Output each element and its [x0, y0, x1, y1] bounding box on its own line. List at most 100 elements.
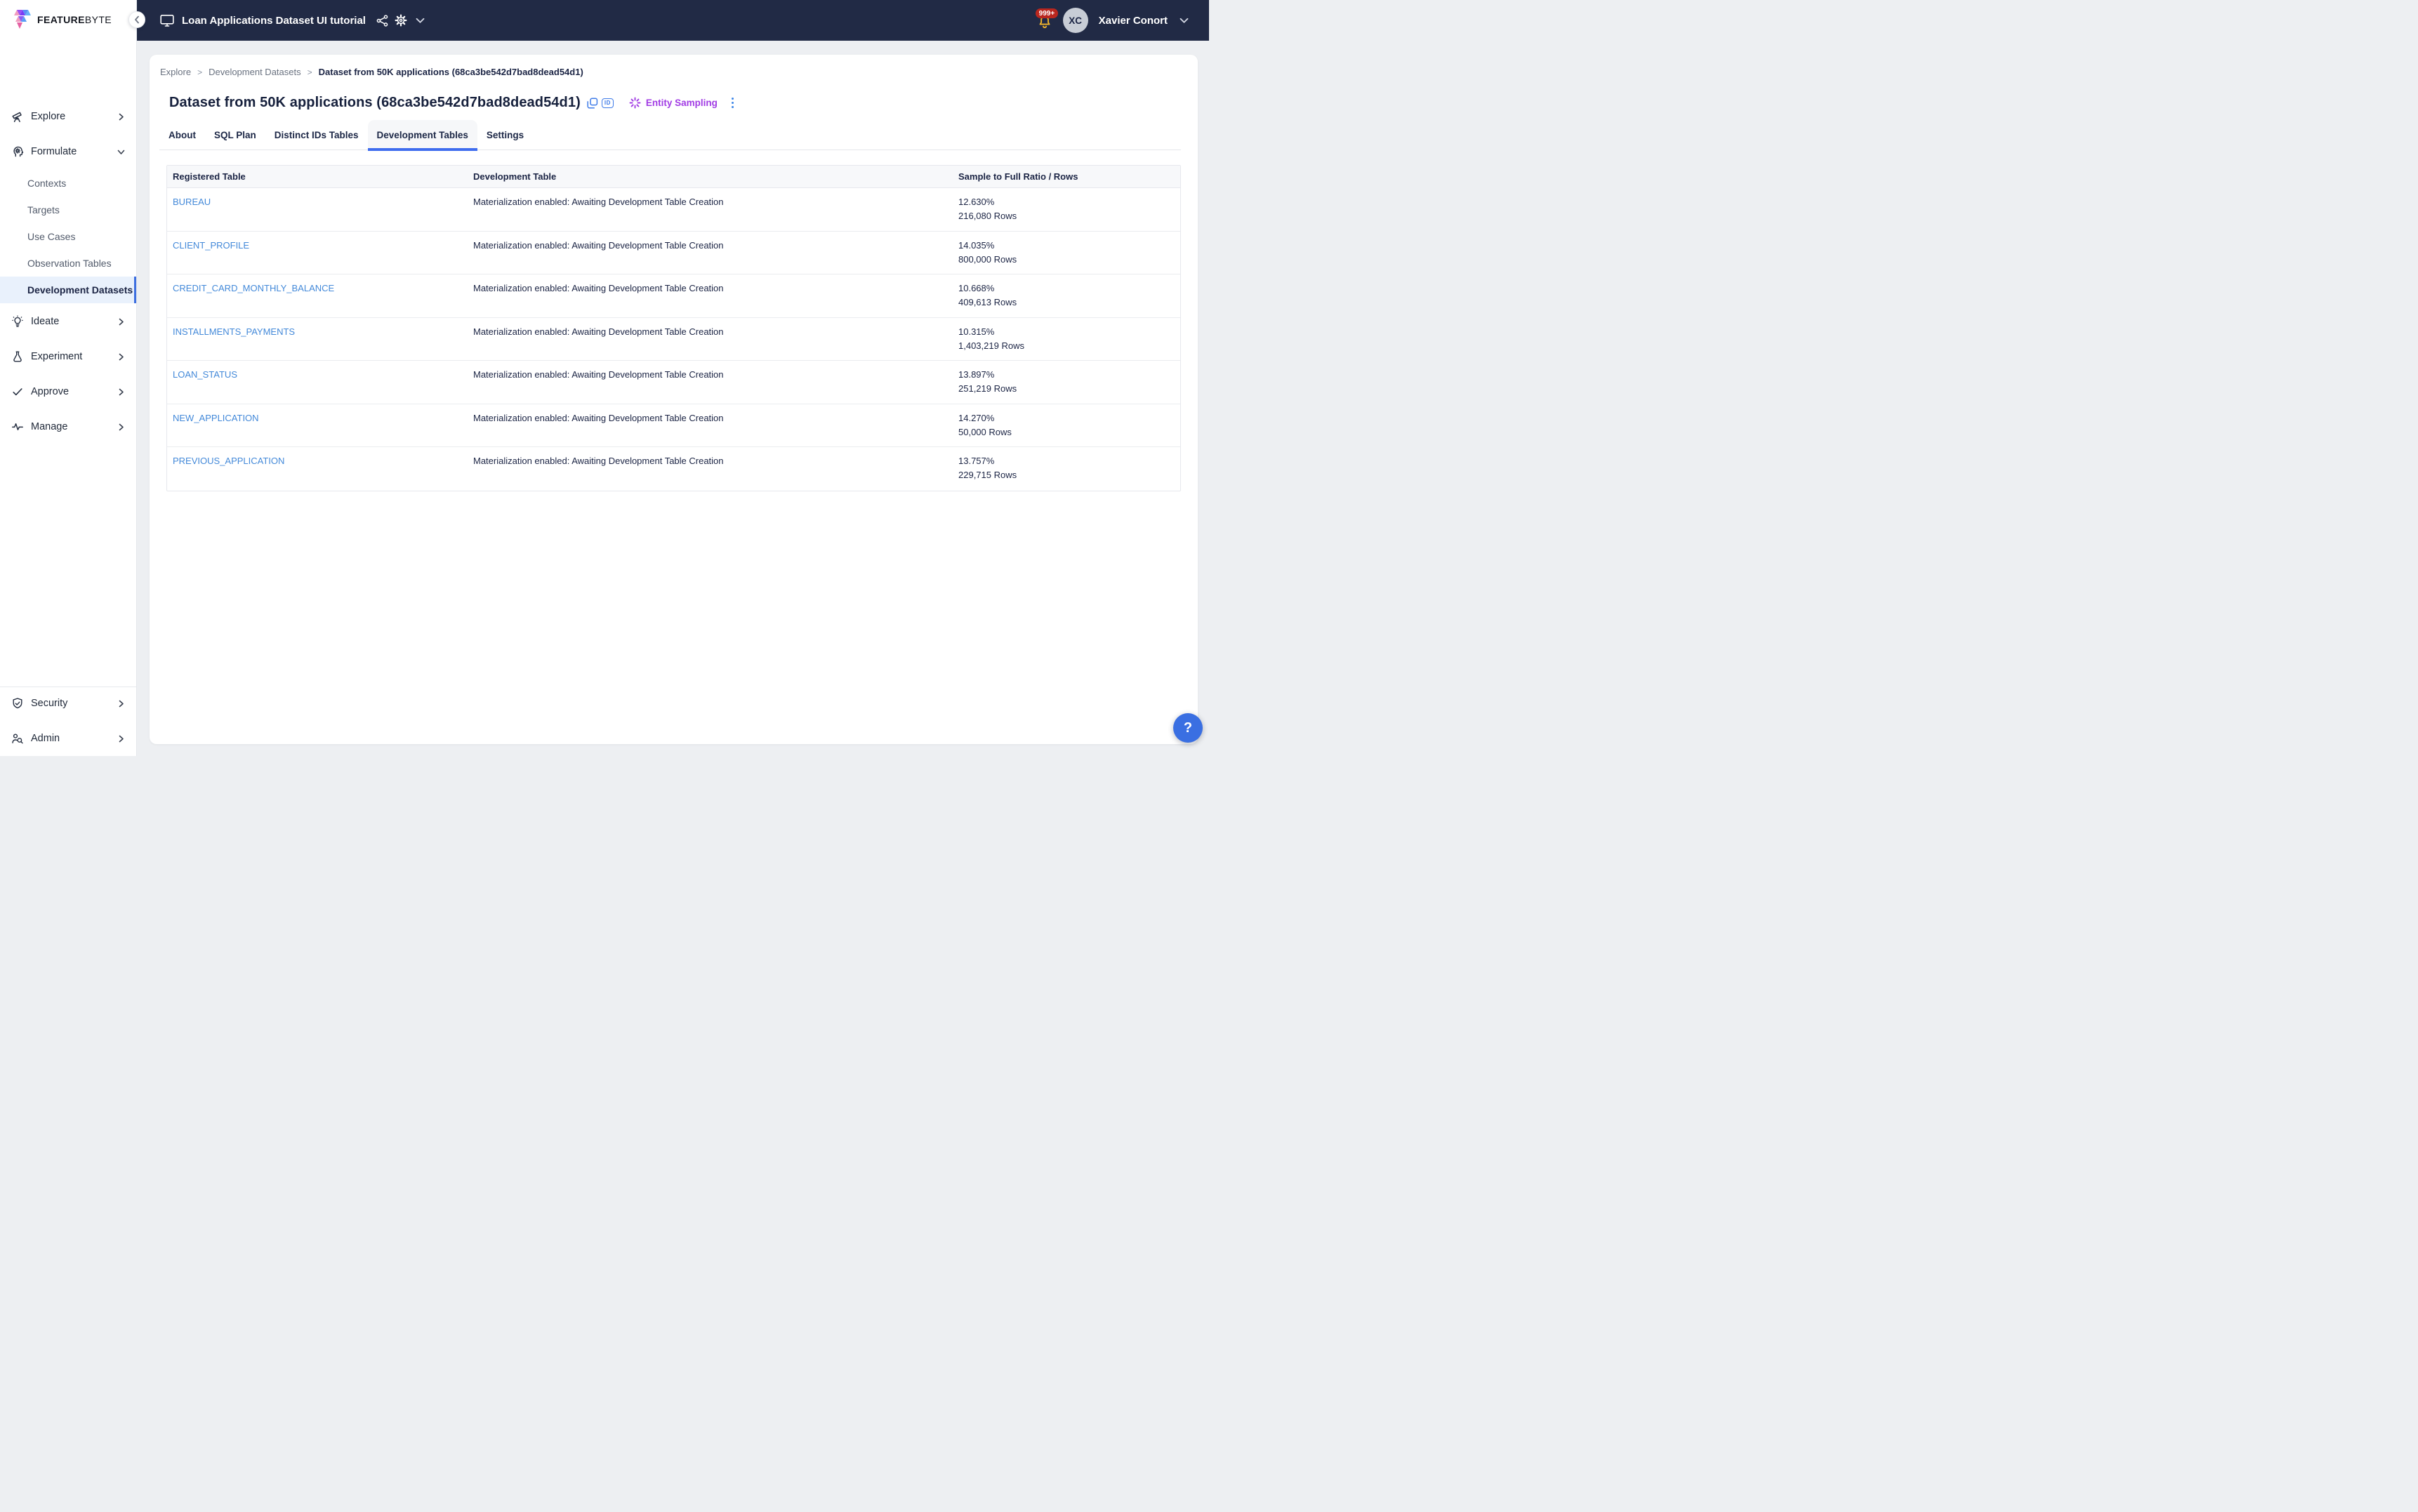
- help-button[interactable]: ?: [1173, 713, 1203, 743]
- tab-sql-plan[interactable]: SQL Plan: [205, 120, 265, 150]
- sidebar-bottom-section: Security Admin: [0, 687, 136, 752]
- tab-distinct-ids-tables[interactable]: Distinct IDs Tables: [265, 120, 368, 150]
- brand-light: BYTE: [85, 14, 112, 25]
- featurebyte-logo[interactable]: FEATUREBYTE: [14, 8, 112, 31]
- sidebar-item-label: Security: [31, 698, 67, 709]
- rows-value: 800,000 Rows: [958, 253, 1180, 265]
- sidebar-subitem-label: Development Datasets: [27, 284, 133, 296]
- sidebar-item-admin[interactable]: Admin: [0, 724, 136, 752]
- chevron-down-icon: [1180, 18, 1189, 24]
- column-header-development-table: Development Table: [468, 171, 953, 182]
- breadcrumb-current: Dataset from 50K applications (68ca3be54…: [319, 67, 583, 77]
- tab-settings[interactable]: Settings: [477, 120, 533, 150]
- pulse-icon: [11, 420, 24, 433]
- page-title-row: Dataset from 50K applications (68ca3be54…: [169, 95, 1181, 111]
- registered-table-link[interactable]: LOAN_STATUS: [173, 369, 237, 380]
- ratio-value: 13.757%: [958, 455, 1180, 467]
- brand-name: FEATUREBYTE: [37, 14, 112, 25]
- sidebar-subitem-label: Observation Tables: [27, 258, 112, 269]
- sidebar-item-ideate[interactable]: Ideate: [0, 307, 136, 336]
- sample-ratio-cell: 14.035% 800,000 Rows: [953, 239, 1180, 274]
- rows-value: 216,080 Rows: [958, 210, 1180, 222]
- development-tables-table: Registered Table Development Table Sampl…: [166, 165, 1181, 491]
- table-row: INSTALLMENTS_PAYMENTS Materialization en…: [167, 318, 1180, 362]
- ratio-value: 10.668%: [958, 282, 1180, 294]
- sample-ratio-cell: 13.897% 251,219 Rows: [953, 369, 1180, 404]
- sidebar-item-explore[interactable]: Explore: [0, 102, 136, 131]
- sample-ratio-cell: 13.757% 229,715 Rows: [953, 455, 1180, 491]
- development-table-status: Materialization enabled: Awaiting Develo…: [468, 455, 953, 491]
- sidebar-collapse-button[interactable]: [128, 11, 145, 28]
- chevron-right-icon: [117, 423, 125, 431]
- check-icon: [11, 385, 24, 398]
- sidebar-item-manage[interactable]: Manage: [0, 413, 136, 441]
- ratio-value: 14.035%: [958, 239, 1180, 251]
- ratio-value: 10.315%: [958, 326, 1180, 338]
- sidebar-subitem-label: Contexts: [27, 178, 66, 189]
- development-table-status: Materialization enabled: Awaiting Develo…: [468, 369, 953, 404]
- chevron-right-icon: [117, 318, 125, 326]
- development-table-status: Materialization enabled: Awaiting Develo…: [468, 412, 953, 447]
- project-title: Loan Applications Dataset UI tutorial: [182, 15, 366, 27]
- sample-ratio-cell: 12.630% 216,080 Rows: [953, 196, 1180, 231]
- sidebar-item-experiment[interactable]: Experiment: [0, 343, 136, 371]
- sidebar-item-security[interactable]: Security: [0, 689, 136, 717]
- registered-table-link[interactable]: CREDIT_CARD_MONTHLY_BALANCE: [173, 283, 334, 293]
- share-icon[interactable]: [376, 15, 388, 27]
- chevron-down-icon[interactable]: [416, 18, 425, 24]
- shield-check-icon: [11, 697, 24, 710]
- tab-label: About: [169, 130, 196, 140]
- entity-sampling-button[interactable]: Entity Sampling: [629, 97, 718, 109]
- breadcrumb-development-datasets[interactable]: Development Datasets: [209, 67, 301, 77]
- sidebar-item-targets[interactable]: Targets: [0, 197, 136, 223]
- more-options-button[interactable]: [729, 95, 737, 111]
- notifications-button[interactable]: 999+: [1038, 15, 1052, 30]
- registered-table-link[interactable]: CLIENT_PROFILE: [173, 240, 249, 251]
- development-table-status: Materialization enabled: Awaiting Develo…: [468, 196, 953, 231]
- tab-label: Distinct IDs Tables: [275, 130, 359, 140]
- sidebar-item-label: Experiment: [31, 351, 82, 362]
- copy-icon[interactable]: [587, 98, 598, 109]
- head-gear-icon: [11, 145, 24, 158]
- chevron-right-icon: [117, 113, 125, 121]
- chevron-right-icon: [117, 735, 125, 743]
- sidebar-item-observation-tables[interactable]: Observation Tables: [0, 250, 136, 277]
- chevron-down-icon: [117, 148, 125, 156]
- sidebar-item-formulate[interactable]: Formulate: [0, 138, 136, 166]
- sidebar-item-label: Explore: [31, 111, 65, 122]
- avatar[interactable]: XC: [1063, 8, 1088, 33]
- tab-development-tables[interactable]: Development Tables: [368, 120, 477, 150]
- tab-about[interactable]: About: [159, 120, 205, 150]
- ratio-value: 12.630%: [958, 196, 1180, 208]
- table-header-row: Registered Table Development Table Sampl…: [167, 166, 1180, 188]
- breadcrumb-separator: >: [308, 67, 312, 77]
- column-header-registered-table: Registered Table: [167, 171, 468, 182]
- registered-table-link[interactable]: BUREAU: [173, 197, 211, 207]
- chevron-right-icon: [117, 353, 125, 361]
- chevron-right-icon: [117, 388, 125, 396]
- registered-table-link[interactable]: INSTALLMENTS_PAYMENTS: [173, 326, 295, 337]
- sidebar-item-use-cases[interactable]: Use Cases: [0, 223, 136, 250]
- user-menu[interactable]: Xavier Conort: [1099, 15, 1189, 27]
- tab-label: SQL Plan: [214, 130, 256, 140]
- development-table-status: Materialization enabled: Awaiting Develo…: [468, 326, 953, 361]
- registered-table-link[interactable]: NEW_APPLICATION: [173, 413, 259, 423]
- copy-id-icon[interactable]: ID: [602, 98, 614, 108]
- table-row: NEW_APPLICATION Materialization enabled:…: [167, 404, 1180, 448]
- spinner-icon: [629, 97, 641, 109]
- registered-table-link[interactable]: PREVIOUS_APPLICATION: [173, 456, 284, 466]
- sidebar-item-label: Approve: [31, 386, 69, 397]
- gear-icon[interactable]: [395, 14, 407, 27]
- rows-value: 50,000 Rows: [958, 426, 1180, 438]
- breadcrumb-explore[interactable]: Explore: [160, 67, 191, 77]
- entity-sampling-label: Entity Sampling: [646, 98, 718, 108]
- sidebar-item-label: Formulate: [31, 146, 77, 157]
- tab-label: Development Tables: [377, 130, 468, 140]
- sidebar-subitem-label: Use Cases: [27, 231, 75, 242]
- sample-ratio-cell: 14.270% 50,000 Rows: [953, 412, 1180, 447]
- featurebyte-logo-icon: [14, 10, 32, 29]
- breadcrumb-separator: >: [197, 67, 202, 77]
- sidebar-item-development-datasets[interactable]: Development Datasets: [0, 277, 136, 303]
- sidebar-item-contexts[interactable]: Contexts: [0, 170, 136, 197]
- sidebar-item-approve[interactable]: Approve: [0, 378, 136, 406]
